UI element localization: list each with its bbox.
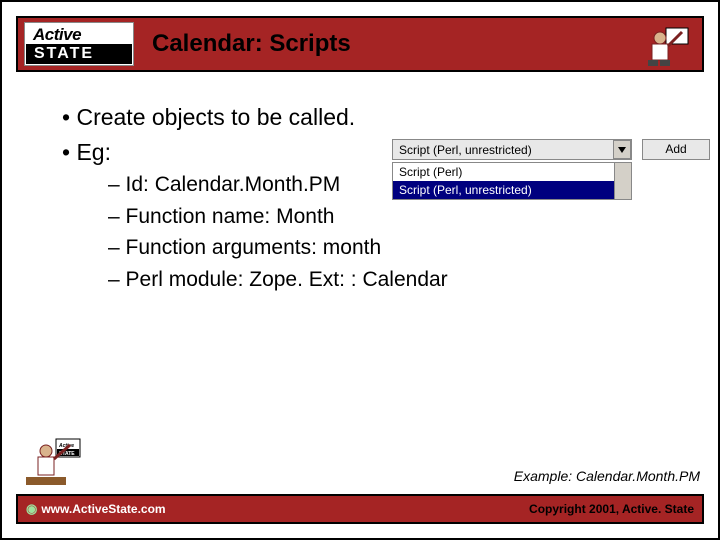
mascot-image-small: Active STATE (26, 433, 86, 494)
globe-icon: ◉ (26, 501, 37, 517)
footer-url-text: www.ActiveState.com (41, 502, 165, 516)
bullet-level2: Function arguments: month (108, 232, 704, 264)
slide-title: Calendar: Scripts (152, 30, 351, 58)
logo-text-bottom: STATE (26, 44, 132, 64)
dropdown-value: Script (Perl, unrestricted) (399, 143, 532, 157)
list-item-selected[interactable]: Script (Perl, unrestricted) (393, 181, 631, 199)
footer-bar: ◉ www.ActiveState.com Copyright 2001, Ac… (16, 494, 704, 524)
slide: Active STATE Calendar: Scripts Create ob… (0, 0, 720, 540)
bullet-level2: Function name: Month (108, 201, 704, 233)
add-button[interactable]: Add (642, 139, 710, 160)
slide-body: Create objects to be called. Eg: Id: Cal… (62, 100, 704, 295)
scrollbar[interactable] (614, 163, 631, 199)
footer-copyright: Copyright 2001, Active. State (529, 502, 694, 516)
logo: Active STATE (24, 22, 134, 66)
bullet-level1: Create objects to be called. (62, 100, 704, 135)
header-bar: Active STATE Calendar: Scripts (16, 16, 704, 72)
chevron-down-icon[interactable] (613, 140, 631, 159)
mascot-image (642, 22, 694, 75)
footer-url: ◉ www.ActiveState.com (26, 501, 166, 517)
script-type-listbox[interactable]: Script (Perl) Script (Perl, unrestricted… (392, 162, 632, 200)
example-caption: Example: Calendar.Month.PM (514, 468, 700, 484)
logo-text-top: Active (33, 25, 81, 45)
list-item[interactable]: Script (Perl) (393, 163, 631, 181)
script-type-dropdown[interactable]: Script (Perl, unrestricted) (392, 139, 632, 160)
bullet-level2: Perl module: Zope. Ext: : Calendar (108, 264, 704, 296)
add-script-row: Script (Perl, unrestricted) Add (392, 139, 710, 160)
